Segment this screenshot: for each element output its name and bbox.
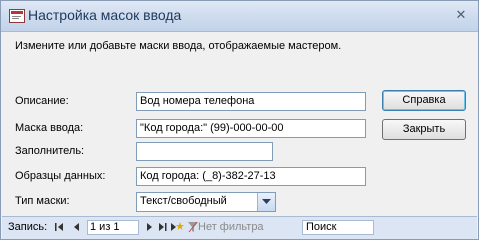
- record-label: Запись:: [8, 221, 48, 233]
- description-label: Описание:: [15, 95, 69, 107]
- close-button[interactable]: Закрыть: [382, 119, 466, 140]
- record-navigation-bar: Запись: 1 из 1 Нет фильтра Поиск: [2, 216, 477, 239]
- filter-icon: [188, 221, 198, 233]
- new-record-icon[interactable]: [170, 221, 184, 233]
- input-mask-label: Маска ввода:: [15, 122, 84, 134]
- sample-data-label: Образцы данных:: [15, 170, 106, 182]
- filter-status[interactable]: Нет фильтра: [198, 221, 264, 233]
- mask-type-label: Тип маски:: [15, 195, 70, 207]
- sample-data-field[interactable]: Код города: (_8)-382-27-13: [136, 167, 366, 186]
- chevron-down-icon[interactable]: [257, 193, 275, 211]
- prev-record-icon[interactable]: [71, 221, 82, 233]
- placeholder-label: Заполнитель:: [15, 145, 85, 157]
- record-number-field[interactable]: 1 из 1: [87, 220, 139, 235]
- close-icon[interactable]: ✕: [452, 8, 470, 24]
- first-record-icon[interactable]: [54, 221, 65, 233]
- last-record-icon[interactable]: [157, 221, 168, 233]
- dialog-body: Измените или добавьте маски ввода, отобр…: [2, 32, 477, 215]
- window-title: Настройка масок ввода: [28, 7, 182, 23]
- mask-type-select[interactable]: Текст/свободный: [136, 192, 276, 212]
- app-icon: [9, 9, 25, 23]
- instruction-text: Измените или добавьте маски ввода, отобр…: [15, 40, 342, 52]
- mask-type-value: Текст/свободный: [140, 195, 227, 207]
- next-record-icon[interactable]: [144, 221, 155, 233]
- input-mask-field[interactable]: "Код города:" (99)-000-00-00: [136, 119, 366, 138]
- help-button[interactable]: Справка: [382, 90, 466, 111]
- search-input[interactable]: Поиск: [302, 220, 374, 235]
- title-bar: Настройка масок ввода ✕: [1, 1, 478, 32]
- placeholder-field[interactable]: [136, 142, 273, 161]
- input-mask-dialog: Настройка масок ввода ✕ Измените или доб…: [0, 0, 479, 240]
- description-field[interactable]: Вод номера телефона: [136, 92, 366, 111]
